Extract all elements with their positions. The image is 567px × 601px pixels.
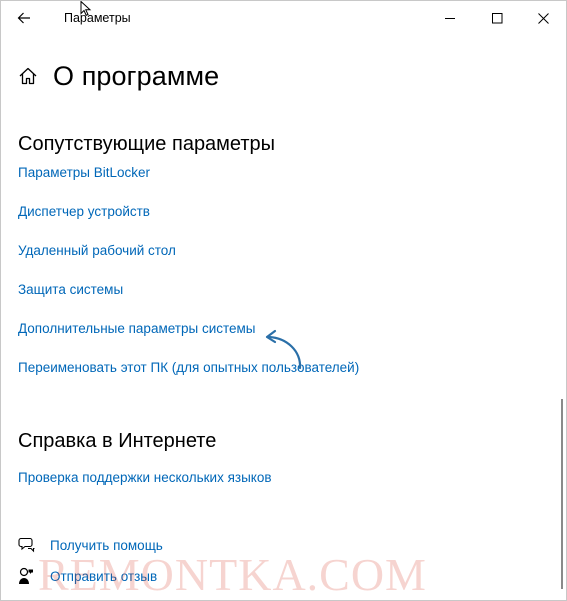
- minimize-icon: [444, 17, 455, 19]
- home-icon[interactable]: [18, 65, 40, 87]
- bitlocker-link[interactable]: Параметры BitLocker: [18, 165, 150, 180]
- annotation-arrow-icon: [265, 329, 302, 370]
- advanced-system-settings-link[interactable]: Дополнительные параметры системы: [18, 321, 256, 336]
- page-header: О программе: [18, 59, 219, 93]
- scrollbar-thumb[interactable]: [561, 399, 563, 589]
- back-button[interactable]: [1, 1, 47, 35]
- web-help-heading: Справка в Интернете: [18, 430, 217, 452]
- minimize-button[interactable]: [427, 1, 473, 35]
- feedback-person-icon: [18, 567, 38, 585]
- chat-help-icon: [18, 536, 38, 554]
- back-arrow-icon: [17, 12, 30, 24]
- mouse-cursor-icon: [80, 1, 92, 16]
- related-settings-heading: Сопутствующие параметры: [18, 133, 276, 155]
- device-manager-link[interactable]: Диспетчер устройств: [18, 204, 150, 219]
- close-icon: [537, 12, 549, 24]
- maximize-icon: [491, 12, 502, 23]
- get-help-item[interactable]: Получить помощь: [18, 536, 163, 554]
- settings-window: Параметры О программе Сопутствующие пара…: [0, 0, 567, 601]
- get-help-link[interactable]: Получить помощь: [50, 538, 163, 553]
- close-button[interactable]: [520, 1, 566, 35]
- language-support-link[interactable]: Проверка поддержки нескольких языков: [18, 470, 272, 485]
- send-feedback-link[interactable]: Отправить отзыв: [50, 569, 157, 584]
- system-protection-link[interactable]: Защита системы: [18, 282, 123, 297]
- maximize-button[interactable]: [474, 1, 520, 35]
- remote-desktop-link[interactable]: Удаленный рабочий стол: [18, 243, 176, 258]
- feedback-item[interactable]: Отправить отзыв: [18, 567, 157, 585]
- window-title: Параметры: [64, 11, 131, 25]
- rename-pc-link[interactable]: Переименовать этот ПК (для опытных польз…: [18, 360, 359, 375]
- page-title: О программе: [53, 60, 220, 91]
